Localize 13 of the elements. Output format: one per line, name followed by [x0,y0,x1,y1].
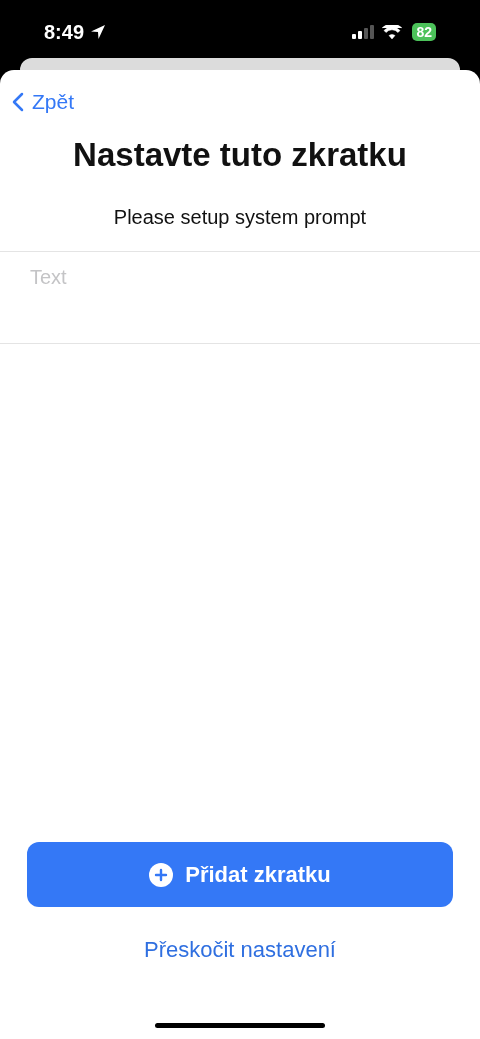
battery-indicator: 82 [412,23,436,41]
signal-icon [352,25,377,39]
plus-circle-icon [149,862,174,887]
skip-setup-link[interactable]: Přeskočit nastavení [144,937,336,963]
location-arrow-icon [90,24,107,40]
chevron-left-icon [12,92,24,112]
text-field[interactable]: Text [0,251,480,344]
status-time: 8:49 [44,20,85,44]
wifi-icon [382,25,403,39]
page-title: Nastavte tuto zkratku [72,136,408,174]
add-shortcut-button[interactable]: Přidat zkratku [27,842,453,907]
back-link[interactable]: Zpět [0,70,75,114]
subtitle: Please setup system prompt [112,206,368,229]
